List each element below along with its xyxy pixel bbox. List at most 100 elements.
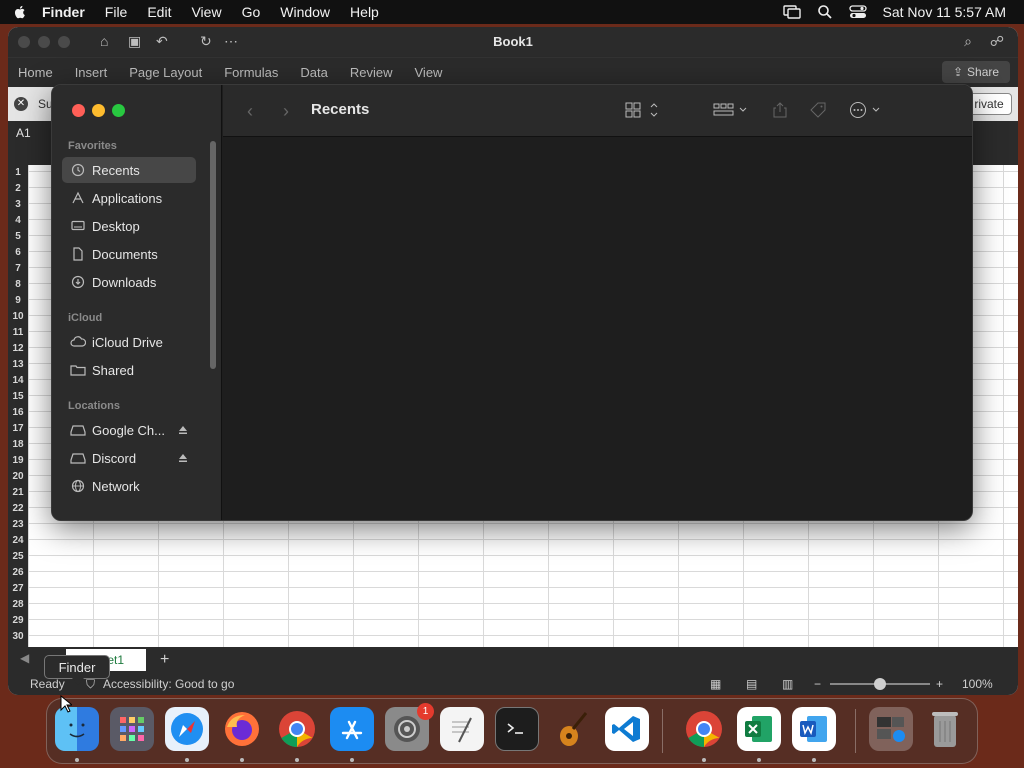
sidebar-item-documents[interactable]: Documents xyxy=(62,241,196,267)
row-number[interactable]: 29 xyxy=(8,613,28,629)
menu-help[interactable]: Help xyxy=(350,4,379,20)
forward-chevron-icon[interactable]: › xyxy=(283,101,289,122)
chrome-icon[interactable] xyxy=(275,707,319,751)
row-number[interactable]: 14 xyxy=(8,373,28,389)
row-number[interactable]: 22 xyxy=(8,501,28,517)
vscode-icon[interactable] xyxy=(605,707,649,751)
row-number[interactable]: 27 xyxy=(8,581,28,597)
normal-view-icon[interactable]: ▦ xyxy=(710,677,721,691)
eject-icon[interactable] xyxy=(178,423,188,438)
row-number[interactable]: 26 xyxy=(8,565,28,581)
trash-icon[interactable] xyxy=(923,707,967,751)
word-icon[interactable] xyxy=(792,707,836,751)
firefox-icon[interactable] xyxy=(220,707,264,751)
chrome-icon[interactable] xyxy=(682,707,726,751)
row-number[interactable]: 25 xyxy=(8,549,28,565)
app-store-icon[interactable] xyxy=(330,707,374,751)
row-number[interactable]: 20 xyxy=(8,469,28,485)
sidebar-scrollbar[interactable] xyxy=(210,141,216,369)
textedit-icon[interactable] xyxy=(440,707,484,751)
tab-review[interactable]: Review xyxy=(350,65,393,80)
row-number[interactable]: 18 xyxy=(8,437,28,453)
zoom-out-button[interactable]: − xyxy=(814,677,821,691)
applications-folder-icon[interactable] xyxy=(869,707,913,751)
menu-finder[interactable]: Finder xyxy=(42,4,85,20)
launchpad-icon[interactable] xyxy=(110,707,154,751)
menu-file[interactable]: File xyxy=(105,4,128,20)
control-center-icon[interactable] xyxy=(848,5,867,19)
tab-data[interactable]: Data xyxy=(300,65,327,80)
row-number[interactable]: 28 xyxy=(8,597,28,613)
garageband-icon[interactable] xyxy=(550,707,594,751)
sidebar-item-icloud-drive[interactable]: iCloud Drive xyxy=(62,329,196,355)
menu-view[interactable]: View xyxy=(191,4,221,20)
sidebar-item-discord-volume[interactable]: Discord xyxy=(62,445,196,471)
sidebar-item-network[interactable]: Network xyxy=(62,473,196,499)
row-number[interactable]: 24 xyxy=(8,533,28,549)
tab-formulas[interactable]: Formulas xyxy=(224,65,278,80)
sidebar-item-shared[interactable]: Shared xyxy=(62,357,196,383)
row-number[interactable]: 13 xyxy=(8,357,28,373)
row-number[interactable]: 21 xyxy=(8,485,28,501)
prev-sheet-icon[interactable]: ◀ xyxy=(20,651,29,665)
row-number[interactable]: 6 xyxy=(8,245,28,261)
tab-page-layout[interactable]: Page Layout xyxy=(129,65,202,80)
back-chevron-icon[interactable]: ‹ xyxy=(247,101,253,122)
page-break-view-icon[interactable]: ▥ xyxy=(782,677,793,691)
zoom-slider-knob[interactable] xyxy=(874,678,886,690)
finder-content[interactable]: ‹ › Recents xyxy=(223,85,972,520)
row-number[interactable]: 15 xyxy=(8,389,28,405)
row-number[interactable]: 16 xyxy=(8,405,28,421)
spotlight-search-icon[interactable] xyxy=(817,4,833,20)
row-number[interactable]: 4 xyxy=(8,213,28,229)
finder-zoom-button[interactable] xyxy=(112,104,125,117)
row-number[interactable]: 2 xyxy=(8,181,28,197)
menu-window[interactable]: Window xyxy=(280,4,330,20)
share-icon[interactable] xyxy=(771,101,789,122)
finder-icon[interactable] xyxy=(55,707,99,751)
zoom-level[interactable]: 100% xyxy=(962,677,993,691)
zoom-in-button[interactable]: + xyxy=(936,677,943,691)
terminal-icon[interactable] xyxy=(495,707,539,751)
row-number[interactable]: 17 xyxy=(8,421,28,437)
row-number[interactable]: 12 xyxy=(8,341,28,357)
row-number[interactable]: 8 xyxy=(8,277,28,293)
row-number[interactable]: 9 xyxy=(8,293,28,309)
screen-mirroring-icon[interactable] xyxy=(782,5,801,19)
group-by-icon[interactable] xyxy=(713,101,749,122)
menu-clock[interactable]: Sat Nov 11 5:57 AM xyxy=(883,4,1006,20)
share-button[interactable]: ⇪ Share xyxy=(942,61,1010,83)
menu-go[interactable]: Go xyxy=(242,4,261,20)
excel-collab-icon[interactable]: ☍ xyxy=(990,33,1004,50)
more-actions-icon[interactable] xyxy=(849,101,885,122)
finder-close-button[interactable] xyxy=(72,104,85,117)
dismiss-message-icon[interactable]: ✕ xyxy=(14,97,28,111)
view-mode-icon[interactable] xyxy=(625,101,659,122)
tab-home[interactable]: Home xyxy=(18,65,53,80)
row-number[interactable]: 23 xyxy=(8,517,28,533)
row-number[interactable]: 30 xyxy=(8,629,28,645)
row-number[interactable]: 3 xyxy=(8,197,28,213)
apple-icon[interactable] xyxy=(12,4,28,20)
eject-icon[interactable] xyxy=(178,451,188,466)
tag-icon[interactable] xyxy=(809,101,827,122)
accessibility-icon[interactable]: ⛉ xyxy=(86,677,95,692)
menu-edit[interactable]: Edit xyxy=(147,4,171,20)
status-accessibility[interactable]: Accessibility: Good to go xyxy=(103,677,234,691)
excel-icon[interactable] xyxy=(737,707,781,751)
add-sheet-button[interactable]: + xyxy=(160,651,169,669)
tab-view[interactable]: View xyxy=(415,65,443,80)
sidebar-item-applications[interactable]: Applications xyxy=(62,185,196,211)
page-layout-view-icon[interactable]: ▤ xyxy=(746,677,757,691)
sidebar-item-desktop[interactable]: Desktop xyxy=(62,213,196,239)
sidebar-item-google-chrome-volume[interactable]: Google Ch... xyxy=(62,417,196,443)
row-number[interactable]: 10 xyxy=(8,309,28,325)
tab-insert[interactable]: Insert xyxy=(75,65,108,80)
row-number[interactable]: 11 xyxy=(8,325,28,341)
sidebar-item-downloads[interactable]: Downloads xyxy=(62,269,196,295)
safari-icon[interactable] xyxy=(165,707,209,751)
row-number[interactable]: 7 xyxy=(8,261,28,277)
row-number[interactable]: 19 xyxy=(8,453,28,469)
finder-minimize-button[interactable] xyxy=(92,104,105,117)
row-number[interactable]: 5 xyxy=(8,229,28,245)
